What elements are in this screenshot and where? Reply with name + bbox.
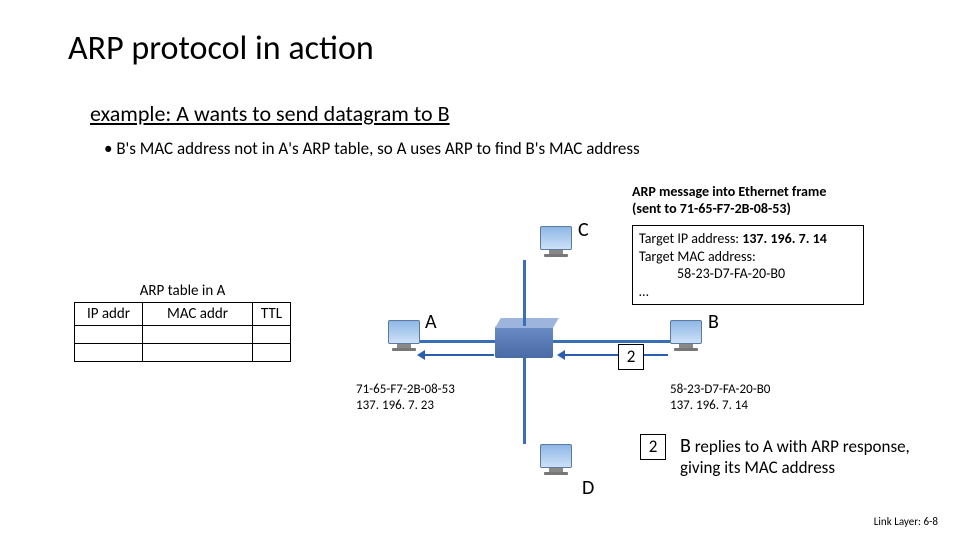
switch-icon xyxy=(495,326,553,358)
arrow-to-a xyxy=(420,354,494,356)
msg-dots: … xyxy=(639,283,857,301)
node-d-label: D xyxy=(582,476,594,500)
slide-title: ARP protocol in action xyxy=(68,28,374,69)
arp-msg-title-l2: (sent to 71-65-F7-2B-08-53) xyxy=(632,201,826,218)
col-mac: MAC addr xyxy=(143,303,253,326)
tip-value: 137. 196. 7. 14 xyxy=(742,230,827,247)
pc-d-icon xyxy=(540,444,572,475)
link-a xyxy=(420,340,495,343)
tmac-label: Target MAC address: xyxy=(639,248,857,266)
pc-b-icon xyxy=(670,320,702,351)
pc-c-icon xyxy=(540,226,572,257)
link-b xyxy=(553,340,670,343)
link-d xyxy=(523,358,526,444)
arp-msg-title: ARP message into Ethernet frame (sent to… xyxy=(632,184,826,218)
step-2b: 2 xyxy=(640,434,666,460)
addr-b: 58-23-D7-FA-20-B0 137. 196. 7. 14 xyxy=(670,382,770,413)
tip-line: Target IP address: 137. 196. 7. 14 xyxy=(639,230,857,248)
slide-footer: Link Layer: 6-8 xyxy=(874,515,938,528)
reply-b: B xyxy=(680,434,691,458)
addr-b-mac: 58-23-D7-FA-20-B0 xyxy=(670,382,770,398)
node-c-label: C xyxy=(578,218,589,242)
reply-rest: replies to A with ARP response, giving i… xyxy=(680,436,910,478)
addr-a-mac: 71-65-F7-2B-08-53 xyxy=(356,382,455,398)
step-2a: 2 xyxy=(618,344,644,370)
arp-table-title: ARP table in A xyxy=(74,282,291,302)
arp-table: ARP table in A IP addr MAC addr TTL xyxy=(74,282,291,362)
arp-msg-box: Target IP address: 137. 196. 7. 14 Targe… xyxy=(632,225,864,305)
addr-b-ip: 137. 196. 7. 14 xyxy=(670,398,770,414)
addr-a: 71-65-F7-2B-08-53 137. 196. 7. 23 xyxy=(356,382,455,413)
link-c xyxy=(523,260,526,326)
arp-table-grid: IP addr MAC addr TTL xyxy=(74,302,291,362)
col-ttl: TTL xyxy=(253,303,291,326)
arp-msg-title-l1: ARP message into Ethernet frame xyxy=(632,184,826,201)
node-b-label: B xyxy=(708,310,719,334)
col-ip: IP addr xyxy=(75,303,143,326)
tip-label: Target IP address: xyxy=(639,230,739,247)
node-a-label: A xyxy=(425,310,437,334)
reply-text: B replies to A with ARP response, giving… xyxy=(680,434,940,478)
bullet-1: B's MAC address not in A's ARP table, so… xyxy=(104,138,640,159)
tmac-value: 58-23-D7-FA-20-B0 xyxy=(639,265,857,283)
pc-a-icon xyxy=(388,320,420,351)
addr-a-ip: 137. 196. 7. 23 xyxy=(356,398,455,414)
arrow-b-to-switch xyxy=(560,354,668,356)
slide-subtitle: example: A wants to send datagram to B xyxy=(90,100,450,127)
